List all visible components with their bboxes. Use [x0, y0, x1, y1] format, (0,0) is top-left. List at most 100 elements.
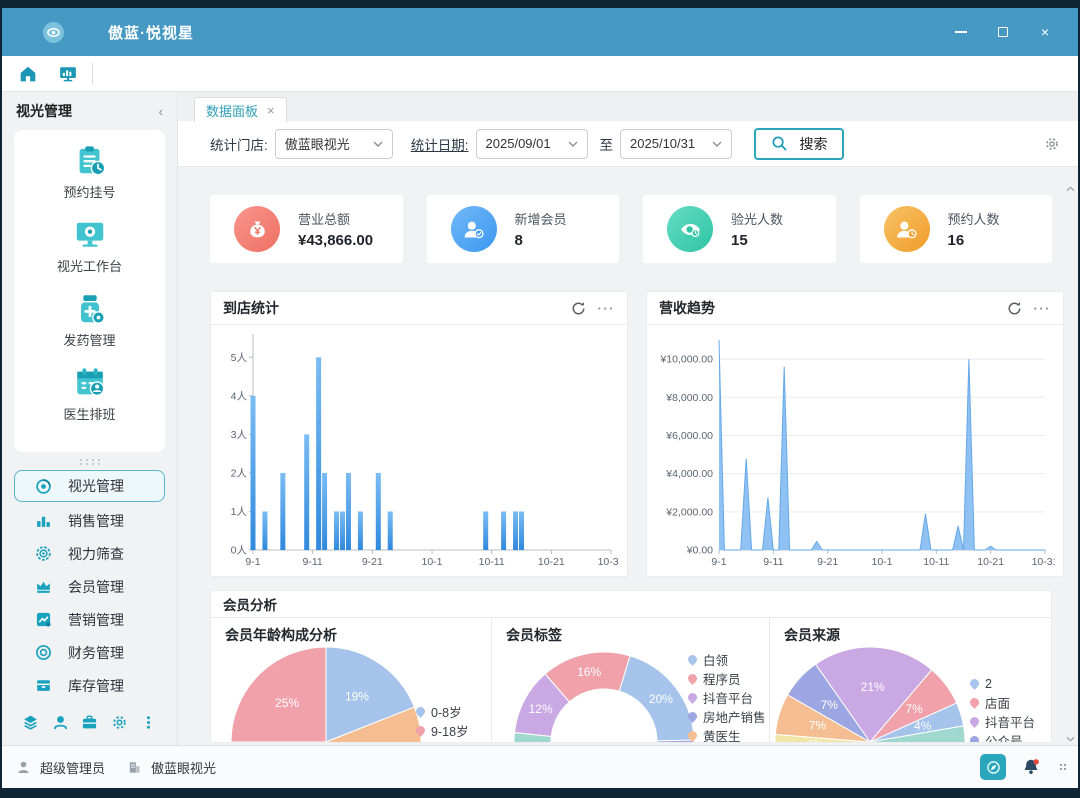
legend-item-黄医生[interactable]: 黄医生	[686, 726, 766, 743]
shortcut-workbench-monitor[interactable]: 视光工作台	[14, 218, 165, 275]
legend-label: 店面	[985, 697, 1011, 711]
legend-item-店面[interactable]: 店面	[968, 693, 1035, 712]
app-logo-icon	[43, 21, 64, 43]
settings-gear-icon[interactable]	[111, 714, 128, 731]
refresh-icon[interactable]	[1007, 301, 1022, 316]
member-pin-icon[interactable]	[52, 714, 69, 731]
member-analysis-header: 会员分析	[211, 591, 1051, 618]
pie-legend: 0-8岁 9-18岁19-25岁	[414, 702, 475, 742]
legend-item-抖音平台[interactable]: 抖音平台	[686, 688, 766, 707]
toolbar-divider	[92, 62, 93, 85]
sidebar-item-销售管理[interactable]: 销售管理	[2, 504, 177, 537]
clipboard-clock-icon	[73, 144, 107, 178]
legend-label: 2	[985, 676, 992, 691]
store-visits-title: 到店统计	[223, 300, 279, 316]
date-to-select[interactable]: 2025/10/31	[620, 128, 733, 159]
briefcase-icon[interactable]	[81, 714, 98, 731]
date-filter-label: 统计日期:	[410, 137, 469, 153]
stat-label: 验光人数	[731, 212, 784, 227]
sidebar-item-库存管理[interactable]: 库存管理	[2, 669, 177, 702]
revenue-trend-area-chart: ¥0.00 ¥2,000.00 ¥4,000.00 ¥6,000.00 ¥8,000.0…	[659, 339, 1055, 568]
minimize-button[interactable]	[954, 25, 968, 39]
legend-item-2[interactable]: 2	[968, 674, 1035, 693]
svg-text:10-11: 10-11	[923, 556, 949, 568]
legend-label: 白领	[703, 654, 729, 668]
chevron-down-icon	[568, 141, 578, 147]
legend-item-公众号[interactable]: 公众号	[968, 731, 1035, 742]
tab-data-panel[interactable]: 数据面板 ×	[194, 97, 287, 122]
shortcut-label: 医生排班	[63, 407, 116, 422]
maximize-button[interactable]	[996, 25, 1010, 39]
svg-text:9-21: 9-21	[362, 556, 383, 568]
user-icon	[16, 760, 31, 775]
legend-marker	[686, 729, 699, 742]
sidebar-item-视力筛查[interactable]: 视力筛查	[2, 537, 177, 570]
svg-text:5人: 5人	[231, 352, 248, 364]
more-options-icon[interactable]: ···	[598, 301, 616, 316]
legend-label: 0-8岁	[431, 706, 462, 720]
filter-bar: 统计门店: 傲蓝眼视光 统计日期: 2025/09/01 至 2025/10/3…	[178, 121, 1078, 167]
search-button[interactable]: 搜索	[754, 127, 845, 160]
svg-text:10-21: 10-21	[977, 556, 1004, 568]
stat-value: 8	[514, 232, 523, 249]
scroll-down-icon[interactable]	[1066, 736, 1075, 742]
svg-text:3人: 3人	[231, 429, 248, 441]
settings-gear-icon[interactable]	[1044, 136, 1060, 152]
svg-text:2人: 2人	[231, 467, 248, 479]
shortcut-calendar-doctor[interactable]: 医生排班	[14, 366, 165, 423]
legend-item-19-25岁[interactable]: 19-25岁	[416, 740, 475, 742]
legend-item-9-18岁[interactable]: 9-18岁	[414, 721, 475, 740]
sidebar-item-会员管理[interactable]: 会员管理	[2, 570, 177, 603]
svg-text:9-1: 9-1	[711, 556, 726, 568]
app-title: 傲蓝·悦视星	[108, 24, 194, 42]
pie-chart-title: 会员年龄构成分析	[225, 627, 337, 643]
toolbar	[2, 56, 1078, 92]
legend-item-程序员[interactable]: 程序员	[686, 669, 766, 688]
legend-marker	[968, 734, 981, 742]
legend-label: 黄医生	[703, 730, 741, 743]
tab-bar: 数据面板 ×	[178, 92, 1078, 122]
tab-close-icon[interactable]: ×	[267, 104, 275, 117]
date-to-value: 2025/10/31	[630, 136, 696, 151]
more-dots-icon[interactable]	[140, 714, 157, 731]
layers-icon[interactable]	[22, 714, 39, 731]
legend-label: 房地产销售	[703, 711, 766, 725]
home-icon[interactable]	[14, 61, 42, 87]
date-from-value: 2025/09/01	[485, 136, 551, 151]
store-select[interactable]: 傲蓝眼视光	[274, 128, 393, 159]
current-user: 超级管理员	[40, 760, 106, 776]
member-analysis-panel: 会员分析 会员年龄构成分析 19% 25% 0-8岁 9-18岁19-25岁 会员标签 12…	[210, 590, 1052, 743]
dashboard-icon[interactable]	[54, 61, 82, 87]
legend-marker	[968, 696, 981, 709]
more-options-icon[interactable]: ···	[1034, 301, 1052, 316]
refresh-icon[interactable]	[571, 301, 586, 316]
sidebar-collapse-icon[interactable]: ‹	[159, 104, 163, 119]
scroll-up-icon[interactable]	[1066, 186, 1075, 192]
legend-item-0-8岁[interactable]: 0-8岁	[414, 702, 475, 721]
store-filter-label: 统计门店:	[210, 137, 268, 153]
svg-text:7%: 7%	[809, 719, 827, 733]
legend-item-抖音平台[interactable]: 抖音平台	[968, 712, 1035, 731]
resize-grip[interactable]	[1060, 764, 1066, 770]
shortcut-medicine-bottle[interactable]: 发药管理	[14, 292, 165, 349]
shortcut-clipboard-clock[interactable]: 预约挂号	[14, 144, 165, 201]
dashboard-scroll-area[interactable]: 营业总额 ¥43,866.00 新增会员 8 验光人数 15 预约人数 16 到店统计 …	[178, 167, 1078, 745]
sidebar-item-营销管理[interactable]: 营销管理	[2, 603, 177, 636]
navigator-button[interactable]	[980, 754, 1006, 780]
sidebar-menu: 视光管理 销售管理 视力筛查 会员管理 营销管理 财务管理 库存管理	[2, 468, 177, 702]
legend-item-房地产销售[interactable]: 房地产销售	[686, 707, 766, 726]
sidebar-drag-handle[interactable]	[2, 452, 177, 468]
stat-label: 新增会员	[514, 212, 567, 227]
sidebar-item-视光管理[interactable]: 视光管理	[14, 470, 165, 502]
close-button[interactable]: ×	[1038, 24, 1052, 40]
legend-item-白领[interactable]: 白领	[686, 650, 766, 669]
sidebar-item-财务管理[interactable]: 财务管理	[2, 636, 177, 669]
date-from-select[interactable]: 2025/09/01	[475, 128, 588, 159]
svg-text:9-11: 9-11	[763, 556, 783, 568]
notification-bell-icon[interactable]	[1022, 758, 1040, 776]
store-building-icon	[127, 760, 142, 775]
current-store: 傲蓝眼视光	[151, 760, 217, 776]
svg-text:10-11: 10-11	[479, 556, 505, 568]
svg-text:10-31: 10-31	[1032, 556, 1055, 568]
user-check-icon	[450, 206, 497, 252]
